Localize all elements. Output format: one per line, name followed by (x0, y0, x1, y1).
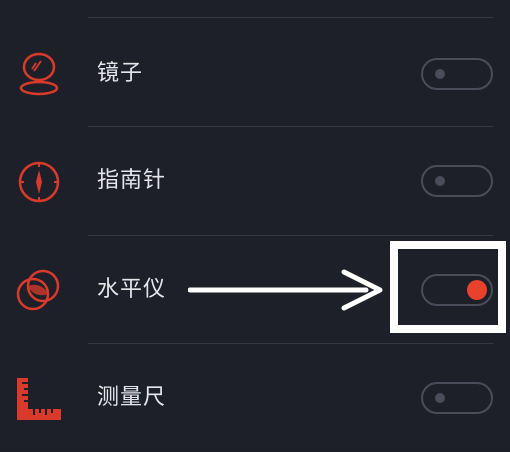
mirror-icon (14, 50, 64, 100)
compass-toggle[interactable] (421, 165, 493, 197)
settings-row-compass[interactable]: 指南针 (0, 127, 510, 235)
level-label: 水平仪 (97, 277, 167, 302)
mirror-toggle[interactable] (421, 58, 493, 90)
compass-icon (14, 157, 64, 207)
annotation-highlight-box (390, 241, 506, 333)
level-icon (14, 266, 64, 316)
settings-screen: 镜子 指南针 水平仪 测量尺 (0, 0, 510, 449)
ruler-icon (14, 374, 64, 424)
ruler-label: 测量尺 (97, 385, 167, 410)
toggle-knob (435, 69, 445, 79)
ruler-toggle[interactable] (421, 382, 493, 414)
settings-row-ruler[interactable]: 测量尺 (0, 344, 510, 452)
mirror-label: 镜子 (97, 61, 144, 86)
annotation-arrow-icon (188, 269, 383, 311)
settings-row-mirror[interactable]: 镜子 (0, 18, 510, 126)
toggle-knob (435, 393, 445, 403)
compass-label: 指南针 (97, 168, 167, 193)
toggle-knob (435, 176, 445, 186)
